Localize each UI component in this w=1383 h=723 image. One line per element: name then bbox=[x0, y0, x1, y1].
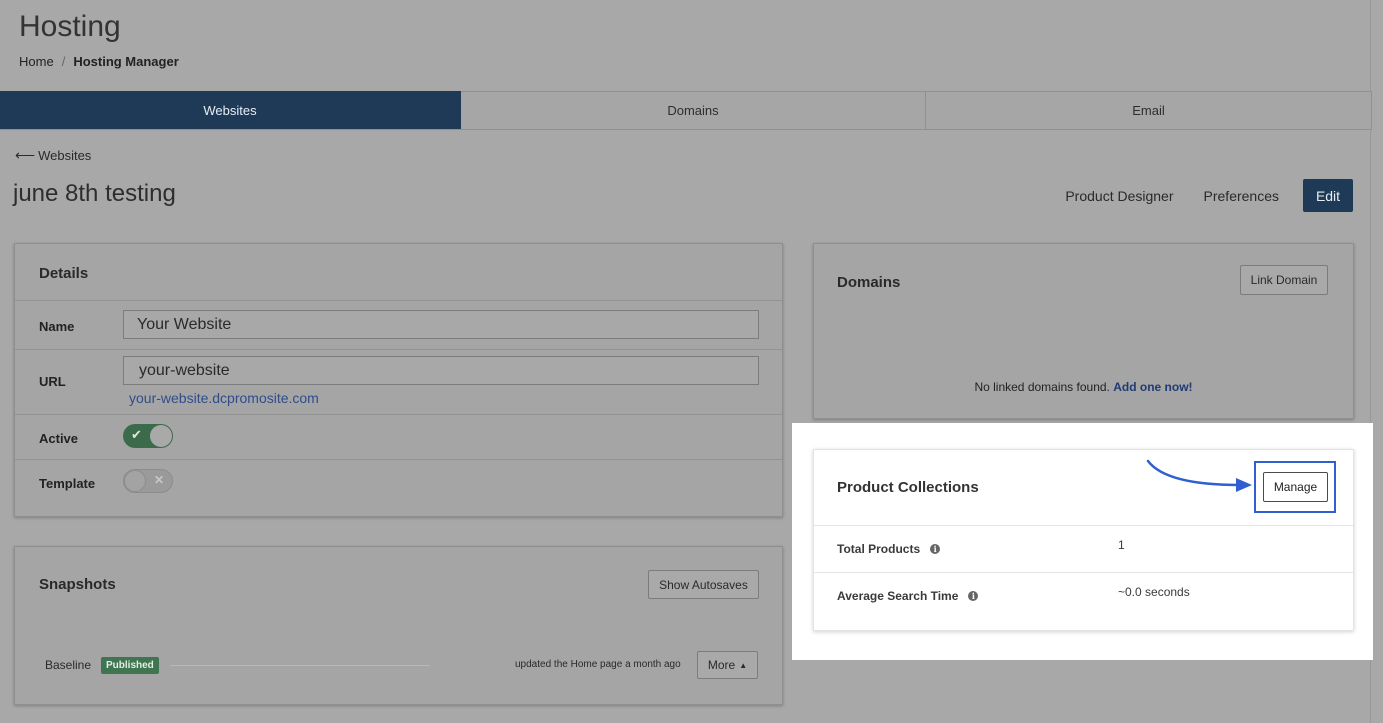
average-search-time-label: Average Search Time i bbox=[837, 589, 979, 603]
details-title: Details bbox=[39, 265, 89, 282]
snapshots-card: Snapshots Show Autosaves Baseline Publis… bbox=[14, 546, 783, 705]
edit-button[interactable]: Edit bbox=[1303, 179, 1353, 212]
snapshot-row: Baseline Published updated the Home page… bbox=[45, 651, 759, 679]
active-row: Active ✔ bbox=[15, 414, 782, 459]
status-badge: Published bbox=[101, 657, 159, 674]
link-domain-button[interactable]: Link Domain bbox=[1240, 265, 1328, 295]
no-domains-message: No linked domains found. Add one now! bbox=[814, 380, 1353, 394]
main-tabs: Websites Domains Email bbox=[0, 91, 1372, 130]
site-actions: Product Designer Preferences Edit bbox=[1050, 179, 1353, 212]
preferences-button[interactable]: Preferences bbox=[1189, 179, 1294, 212]
url-label: URL bbox=[39, 374, 66, 389]
domains-title: Domains bbox=[837, 274, 901, 291]
snapshot-divider bbox=[170, 665, 430, 666]
active-toggle[interactable]: ✔ bbox=[123, 424, 173, 448]
info-icon[interactable]: i bbox=[968, 591, 979, 601]
more-label: More bbox=[707, 658, 736, 672]
url-link[interactable]: your-website.dcpromosite.com bbox=[129, 390, 319, 406]
no-domains-text: No linked domains found. bbox=[974, 380, 1110, 394]
total-products-value: 1 bbox=[1118, 538, 1125, 552]
snapshots-title: Snapshots bbox=[39, 576, 116, 593]
name-row: Name Your Website bbox=[15, 300, 782, 349]
info-icon[interactable]: i bbox=[930, 544, 941, 554]
breadcrumb-separator: / bbox=[61, 54, 66, 69]
site-title: june 8th testing bbox=[13, 180, 176, 207]
total-products-row: Total Products i 1 bbox=[814, 525, 1353, 572]
toggle-knob bbox=[124, 470, 146, 492]
caret-up-icon: ▲ bbox=[739, 660, 748, 670]
product-designer-button[interactable]: Product Designer bbox=[1050, 179, 1188, 212]
more-button[interactable]: More ▲ bbox=[697, 651, 758, 679]
back-to-websites-link[interactable]: ⟵ Websites bbox=[15, 147, 91, 164]
back-link-label: Websites bbox=[38, 148, 92, 163]
x-icon: ✕ bbox=[153, 473, 164, 487]
url-input[interactable]: your-website bbox=[123, 356, 759, 385]
total-products-text: Total Products bbox=[837, 542, 921, 556]
tab-websites[interactable]: Websites bbox=[0, 91, 461, 129]
breadcrumb-home[interactable]: Home bbox=[19, 54, 54, 69]
tab-domains[interactable]: Domains bbox=[461, 91, 926, 129]
pointer-arrow-icon bbox=[1146, 459, 1252, 492]
template-toggle[interactable]: ✕ bbox=[123, 469, 173, 493]
breadcrumb: Home / Hosting Manager bbox=[19, 54, 179, 69]
domains-card: Domains Link Domain No linked domains fo… bbox=[813, 243, 1354, 419]
template-row: Template ✕ bbox=[15, 459, 782, 517]
average-search-time-row: Average Search Time i ~0.0 seconds bbox=[814, 572, 1353, 630]
name-input[interactable]: Your Website bbox=[123, 310, 759, 339]
average-search-time-value: ~0.0 seconds bbox=[1118, 585, 1190, 599]
template-label: Template bbox=[39, 476, 96, 491]
add-domain-link[interactable]: Add one now! bbox=[1113, 380, 1192, 394]
toggle-knob bbox=[150, 425, 172, 447]
snapshot-name: Baseline bbox=[45, 658, 92, 672]
page-title: Hosting bbox=[19, 10, 121, 43]
check-icon: ✔ bbox=[131, 427, 142, 442]
product-collections-title: Product Collections bbox=[837, 479, 979, 496]
total-products-label: Total Products i bbox=[837, 542, 941, 556]
tab-email[interactable]: Email bbox=[926, 91, 1372, 129]
active-label: Active bbox=[39, 431, 79, 446]
url-row: URL your-website your-website.dcpromosit… bbox=[15, 349, 782, 414]
name-label: Name bbox=[39, 319, 75, 334]
snapshot-updated: updated the Home page a month ago bbox=[515, 659, 681, 670]
average-search-time-text: Average Search Time bbox=[837, 589, 959, 603]
show-autosaves-button[interactable]: Show Autosaves bbox=[648, 570, 759, 599]
manage-button[interactable]: Manage bbox=[1263, 472, 1328, 502]
breadcrumb-current: Hosting Manager bbox=[73, 54, 179, 69]
arrow-left-icon: ⟵ bbox=[15, 147, 36, 163]
details-card: Details Name Your Website URL your-websi… bbox=[14, 243, 783, 517]
